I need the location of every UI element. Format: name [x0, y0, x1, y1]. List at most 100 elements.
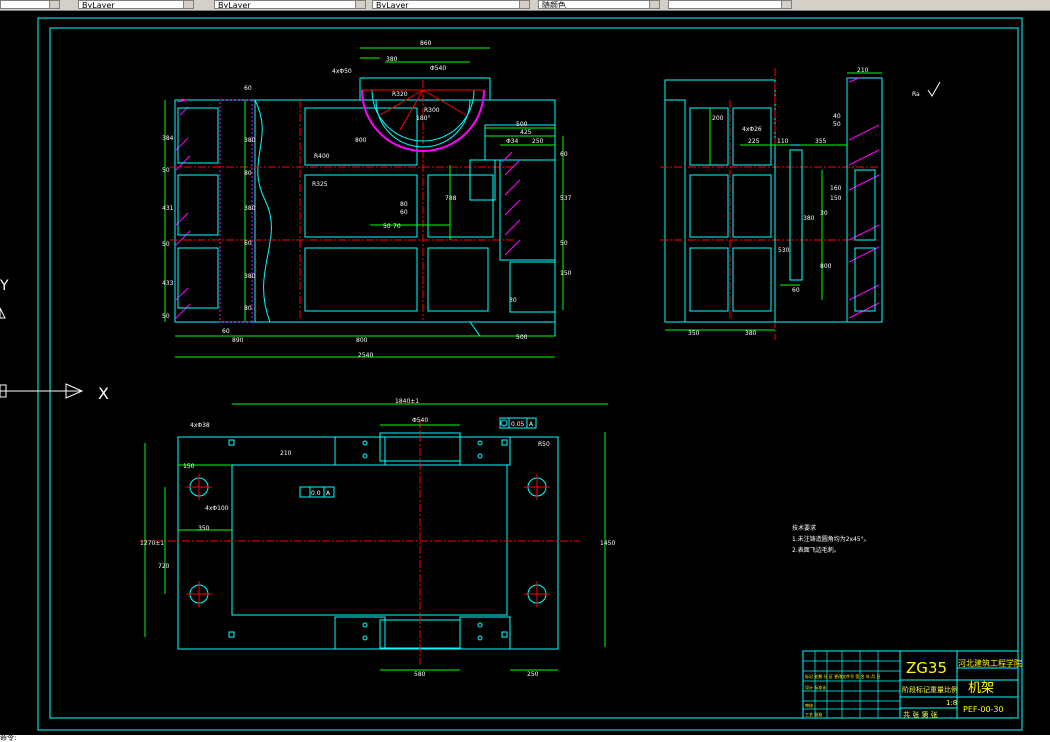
dim-text: 4xΦ38: [190, 422, 210, 429]
dim-text: 500: [516, 334, 528, 341]
lineweight-dropdown[interactable]: ByLayer: [372, 0, 530, 9]
dim-text: 180°: [416, 115, 430, 122]
dim-text: 70: [393, 223, 401, 230]
side-view: 210 4xΦ26 200 225 110 355 40 50 160 150 …: [660, 67, 941, 340]
notes-line-2: 2.表面飞边毛刺。: [792, 546, 840, 554]
layer-dropdown[interactable]: [0, 0, 60, 9]
review-row: 审核: [805, 702, 813, 708]
dim-text: 800: [355, 137, 367, 144]
material: ZG35: [906, 659, 947, 677]
dim-text: 250: [532, 138, 544, 145]
chevron-down-icon[interactable]: [781, 1, 791, 8]
dim-text: 80: [244, 305, 252, 312]
dim-text: 250: [527, 671, 539, 678]
linetype-dropdown-value: ByLayer: [218, 1, 251, 9]
dim-text: 384: [162, 135, 174, 142]
notes-title: 技术要求: [792, 524, 816, 532]
roughness-symbol: Ra: [912, 81, 941, 98]
sheet-label: 共 张 第 张: [903, 710, 938, 719]
dim-text: 80: [400, 201, 408, 208]
command-line[interactable]: 命令:: [0, 735, 1050, 742]
dim-text: 210: [857, 67, 869, 74]
dim-text: Φ34: [506, 138, 519, 145]
inner-frame: [49, 27, 1019, 719]
dim-text: 150: [183, 463, 195, 470]
dim-text: 380: [803, 215, 815, 222]
dim-text: 500: [516, 121, 528, 128]
dim-text: 30: [820, 210, 828, 217]
svg-text:0.05: 0.05: [511, 421, 525, 428]
dim-text: Φ540: [412, 417, 428, 424]
dim-text: 800: [356, 337, 368, 344]
dim-text: 225: [748, 138, 760, 145]
dim-text: 431: [162, 205, 174, 212]
dim-text: 210: [280, 450, 292, 457]
dim-text: 860: [420, 40, 432, 47]
dim-text: 380: [244, 137, 256, 144]
cad-drawing[interactable]: X Y 860 380 Φ540 4xΦ50 R320 R300 180° 80…: [0, 11, 1050, 738]
dim-text: 160: [830, 185, 842, 192]
dim-text: 433: [162, 280, 174, 287]
dim-text: 1450: [600, 540, 615, 547]
dim-text: 4xΦ50: [332, 68, 352, 75]
drawing-canvas[interactable]: X Y 860 380 Φ540 4xΦ50 R320 R300 180° 80…: [0, 11, 1050, 738]
dim-text: 537: [560, 195, 572, 202]
chevron-down-icon[interactable]: [49, 1, 59, 8]
dim-text: 40: [833, 113, 841, 120]
dim-text: 580: [414, 671, 426, 678]
plotstyle-dropdown[interactable]: 随颜色: [538, 0, 660, 9]
dim-text: 60: [560, 151, 568, 158]
chevron-down-icon[interactable]: [649, 1, 659, 8]
dim-text: 380: [386, 56, 398, 63]
dim-text: 800: [820, 263, 832, 270]
dim-text: 2540: [358, 352, 373, 359]
linetype-dropdown[interactable]: ByLayer: [214, 0, 366, 9]
plotstyle-dropdown-value: 随颜色: [542, 1, 566, 9]
svg-text:A: A: [529, 421, 534, 428]
flatness-frame: 0.0 A: [299, 486, 335, 498]
dim-text: 50: [162, 313, 170, 320]
scale-label: 比例: [944, 685, 958, 694]
svg-text:A: A: [326, 490, 331, 497]
dim-text: 350: [688, 330, 700, 337]
chevron-down-icon[interactable]: [355, 1, 365, 8]
part-name: 机架: [968, 681, 994, 696]
svg-text:0.0: 0.0: [311, 490, 321, 497]
dim-text: 60: [244, 85, 252, 92]
design-row: 设计 标准化: [805, 684, 826, 690]
dim-text: 80: [244, 170, 252, 177]
title-block: ZG35 河北建筑工程学院 机架 PEF-00-30 阶段标记 重量 比例 1:…: [802, 650, 1022, 719]
dim-text: 150: [560, 270, 572, 277]
dim-text: 788: [445, 195, 457, 202]
dim-text: R300: [424, 107, 440, 114]
front-view: 860 380 Φ540 4xΦ50 R320 R300 180° 800 R4…: [162, 40, 572, 359]
notes-line-1: 1.未注铸造圆角均为2x45°。: [792, 535, 870, 543]
dim-text: 50: [162, 167, 170, 174]
lineweight-dropdown-value: ByLayer: [376, 1, 409, 9]
dim-text: 60: [792, 287, 800, 294]
ucs-icon: X Y: [0, 278, 109, 403]
dim-text: 150: [830, 195, 842, 202]
chevron-down-icon[interactable]: [183, 1, 193, 8]
dim-text: R320: [392, 91, 408, 98]
dim-text: 1840±1: [395, 398, 419, 405]
dim-text: R400: [314, 153, 330, 160]
dim-text: 30: [509, 297, 517, 304]
color-dropdown[interactable]: ByLayer: [78, 0, 194, 9]
dim-text: 4xΦ26: [742, 126, 762, 133]
technical-notes: 技术要求 1.未注铸造圆角均为2x45°。 2.表面飞边毛刺。: [792, 524, 870, 554]
dim-text: 350: [198, 525, 210, 532]
dim-text: 4xΦ100: [205, 505, 229, 512]
dim-text: 1270±1: [140, 540, 164, 547]
dim-text: 50: [833, 121, 841, 128]
dim-text: 380: [244, 273, 256, 280]
extra-dropdown[interactable]: [668, 0, 792, 9]
dim-text: R325: [312, 181, 328, 188]
weight-label: 重量: [930, 686, 944, 694]
dim-text: 110: [777, 138, 789, 145]
dim-text: 530: [778, 247, 790, 254]
dim-text: 380: [244, 205, 256, 212]
chevron-down-icon[interactable]: [519, 1, 529, 8]
plan-view: 1840±1 4xΦ38 Φ540 0.05 A R50 150 210 4xΦ…: [140, 398, 615, 678]
drawing-number: PEF-00-30: [963, 705, 1004, 714]
